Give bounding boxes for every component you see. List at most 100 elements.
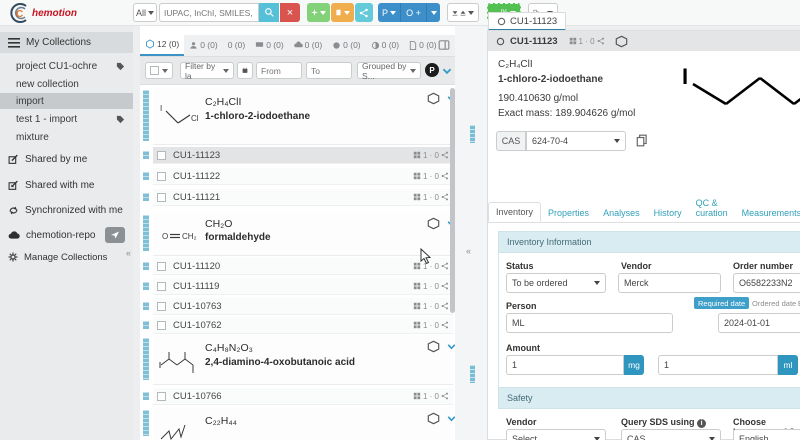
filter-expand-chevron[interactable] <box>441 65 453 77</box>
amount-ml-input[interactable] <box>658 355 778 375</box>
cas-select[interactable]: 624-70-4 <box>526 131 626 151</box>
person-input[interactable] <box>506 313 673 333</box>
clear-search-button[interactable]: × <box>280 3 300 22</box>
tab-measurements[interactable]: Measurements <box>735 204 800 222</box>
import-export-dropdown[interactable] <box>447 3 479 22</box>
sidebar-shared-by-me[interactable]: Shared by me <box>0 150 133 168</box>
sidebar-item-new-collection[interactable]: new collection <box>0 76 133 92</box>
row-badge[interactable]: 1 · 0 <box>413 172 453 181</box>
permission-dropdown[interactable]: P <box>378 3 400 22</box>
share-button[interactable] <box>355 3 373 22</box>
row-badge[interactable]: 1 · 0 <box>413 282 453 291</box>
sidebar-collapse-arrow[interactable]: « <box>126 248 131 258</box>
row-time-strip[interactable] <box>141 299 151 313</box>
expiration-date-tab[interactable]: Expirati <box>794 297 800 309</box>
tab-qc-curation[interactable]: QC & curation <box>689 194 735 222</box>
row-time-strip[interactable] <box>141 259 151 273</box>
sidebar-item-import[interactable]: import <box>0 93 133 109</box>
row-badge[interactable]: 1 · 0 <box>413 392 453 401</box>
structure-canvas[interactable]: I <box>668 56 800 126</box>
row-time-strip[interactable] <box>141 279 151 293</box>
row-time-strip[interactable] <box>141 389 151 403</box>
grouped-by-select[interactable]: Grouped by S... <box>357 61 421 81</box>
list-collapse-icon[interactable] <box>438 39 450 51</box>
sample-row-cu1-10762[interactable]: CU1-10762 1 · 0 <box>153 317 453 334</box>
molecule-icon[interactable] <box>426 92 441 105</box>
magic-actions-button[interactable] <box>307 3 330 22</box>
create-element-dropdown[interactable] <box>426 3 440 22</box>
sidebar-item-project-cu1-ochre[interactable]: project CU1-ochre <box>0 58 133 74</box>
calendar-button[interactable] <box>237 62 253 79</box>
detail-tab-cu1-11123[interactable]: CU1-11123 <box>488 12 567 31</box>
row-badge[interactable]: 1 · 0 <box>413 193 453 202</box>
row-checkbox[interactable] <box>157 171 166 181</box>
app-logo[interactable]: C hemotion <box>8 1 77 25</box>
tab-reports[interactable]: 0 (0) <box>404 34 441 56</box>
unit-ml-button[interactable]: ml <box>778 355 798 375</box>
divider-handle[interactable] <box>468 362 477 386</box>
sample-row-cu1-11122[interactable]: CU1-11122 1 · 0 <box>153 168 453 185</box>
sidebar-chemotion-repo[interactable]: chemotion-repo <box>0 226 133 244</box>
tab-screens[interactable]: 0 (0) <box>250 34 288 56</box>
row-checkbox[interactable] <box>157 150 166 160</box>
search-input[interactable] <box>159 3 259 22</box>
sidebar-shared-with-me[interactable]: Shared with me <box>0 176 133 194</box>
amount-mg-input[interactable] <box>506 355 624 375</box>
sample-row-cu1-11121[interactable]: CU1-11121 1 · 0 <box>153 189 453 206</box>
molecule-group-header[interactable]: I Cl C₂H₄ClI 1-chloro-2-iodoethane <box>153 87 456 145</box>
select-all-dropdown[interactable] <box>145 62 173 79</box>
tab-analyses[interactable]: Analyses <box>596 204 647 222</box>
sidebar-item-test1-import[interactable]: test 1 - import <box>0 111 133 127</box>
row-checkbox[interactable] <box>157 261 166 271</box>
molecule-icon[interactable] <box>426 217 441 230</box>
tab-reactions[interactable]: 0 (0) <box>184 34 222 56</box>
safety-section-header[interactable]: Safety <box>498 387 800 409</box>
row-badge[interactable]: 1 · 0 <box>413 151 453 160</box>
filter-by-select[interactable]: Filter by la <box>180 61 234 81</box>
tab-wellplates[interactable]: 0 (0) <box>223 34 250 56</box>
required-date-input[interactable] <box>718 313 800 333</box>
tab-properties[interactable]: Properties <box>541 204 596 222</box>
group-time-strip[interactable] <box>141 407 151 439</box>
sample-row-cu1-11119[interactable]: CU1-11119 1 · 0 <box>153 278 453 295</box>
row-time-strip[interactable] <box>141 169 151 183</box>
group-time-strip[interactable] <box>141 87 151 144</box>
copy-cas-button[interactable] <box>636 134 648 147</box>
tab-inventory[interactable]: Inventory <box>488 202 542 222</box>
molecule-icon[interactable] <box>426 340 441 353</box>
safety-vendor-select[interactable]: Select... <box>506 429 606 440</box>
search-button[interactable] <box>259 3 279 22</box>
row-checkbox[interactable] <box>157 192 166 202</box>
row-checkbox[interactable] <box>157 391 166 401</box>
inbox-actions-button[interactable] <box>331 3 354 22</box>
sample-row-cu1-10766[interactable]: CU1-10766 1 · 0 <box>153 388 453 405</box>
language-select[interactable]: English <box>733 429 800 440</box>
tab-devices[interactable]: 0 (0) <box>366 34 404 56</box>
unit-mg-button[interactable]: mg <box>624 355 644 375</box>
create-element-button[interactable]: O + <box>400 3 426 22</box>
date-to-input[interactable] <box>306 62 352 79</box>
tab-history[interactable]: History <box>647 204 689 222</box>
sidebar-manage-collections[interactable]: Manage Collections <box>0 248 133 266</box>
molecule-icon[interactable] <box>614 35 629 48</box>
date-from-input[interactable] <box>256 62 302 79</box>
detail-badge[interactable]: 1 · 0 <box>569 37 609 46</box>
order-number-input[interactable] <box>733 273 800 293</box>
molecule-group-header[interactable]: C₂₂H₄₄ <box>153 407 456 440</box>
tab-research-plans[interactable]: 0 (0) <box>289 34 327 56</box>
row-checkbox[interactable] <box>157 301 166 311</box>
publish-button[interactable] <box>105 227 125 243</box>
ordered-date-tab[interactable]: Ordered date <box>748 297 800 309</box>
search-scope-dropdown[interactable]: All <box>133 3 157 22</box>
tab-samples[interactable]: 12 (0) <box>140 34 185 56</box>
my-collections-header[interactable]: My Collections <box>0 32 133 53</box>
status-select[interactable]: To be ordered <box>506 273 606 293</box>
row-time-strip[interactable] <box>141 190 151 204</box>
sample-row-cu1-10763[interactable]: CU1-10763 1 · 0 <box>153 298 453 315</box>
vendor-input[interactable] <box>618 273 721 293</box>
group-time-strip[interactable] <box>141 335 151 383</box>
divider-handle[interactable] <box>468 122 477 146</box>
sidebar-item-mixture[interactable]: mixture <box>0 129 133 145</box>
query-sds-select[interactable]: CAS <box>621 429 721 440</box>
molecule-icon[interactable] <box>426 412 441 425</box>
